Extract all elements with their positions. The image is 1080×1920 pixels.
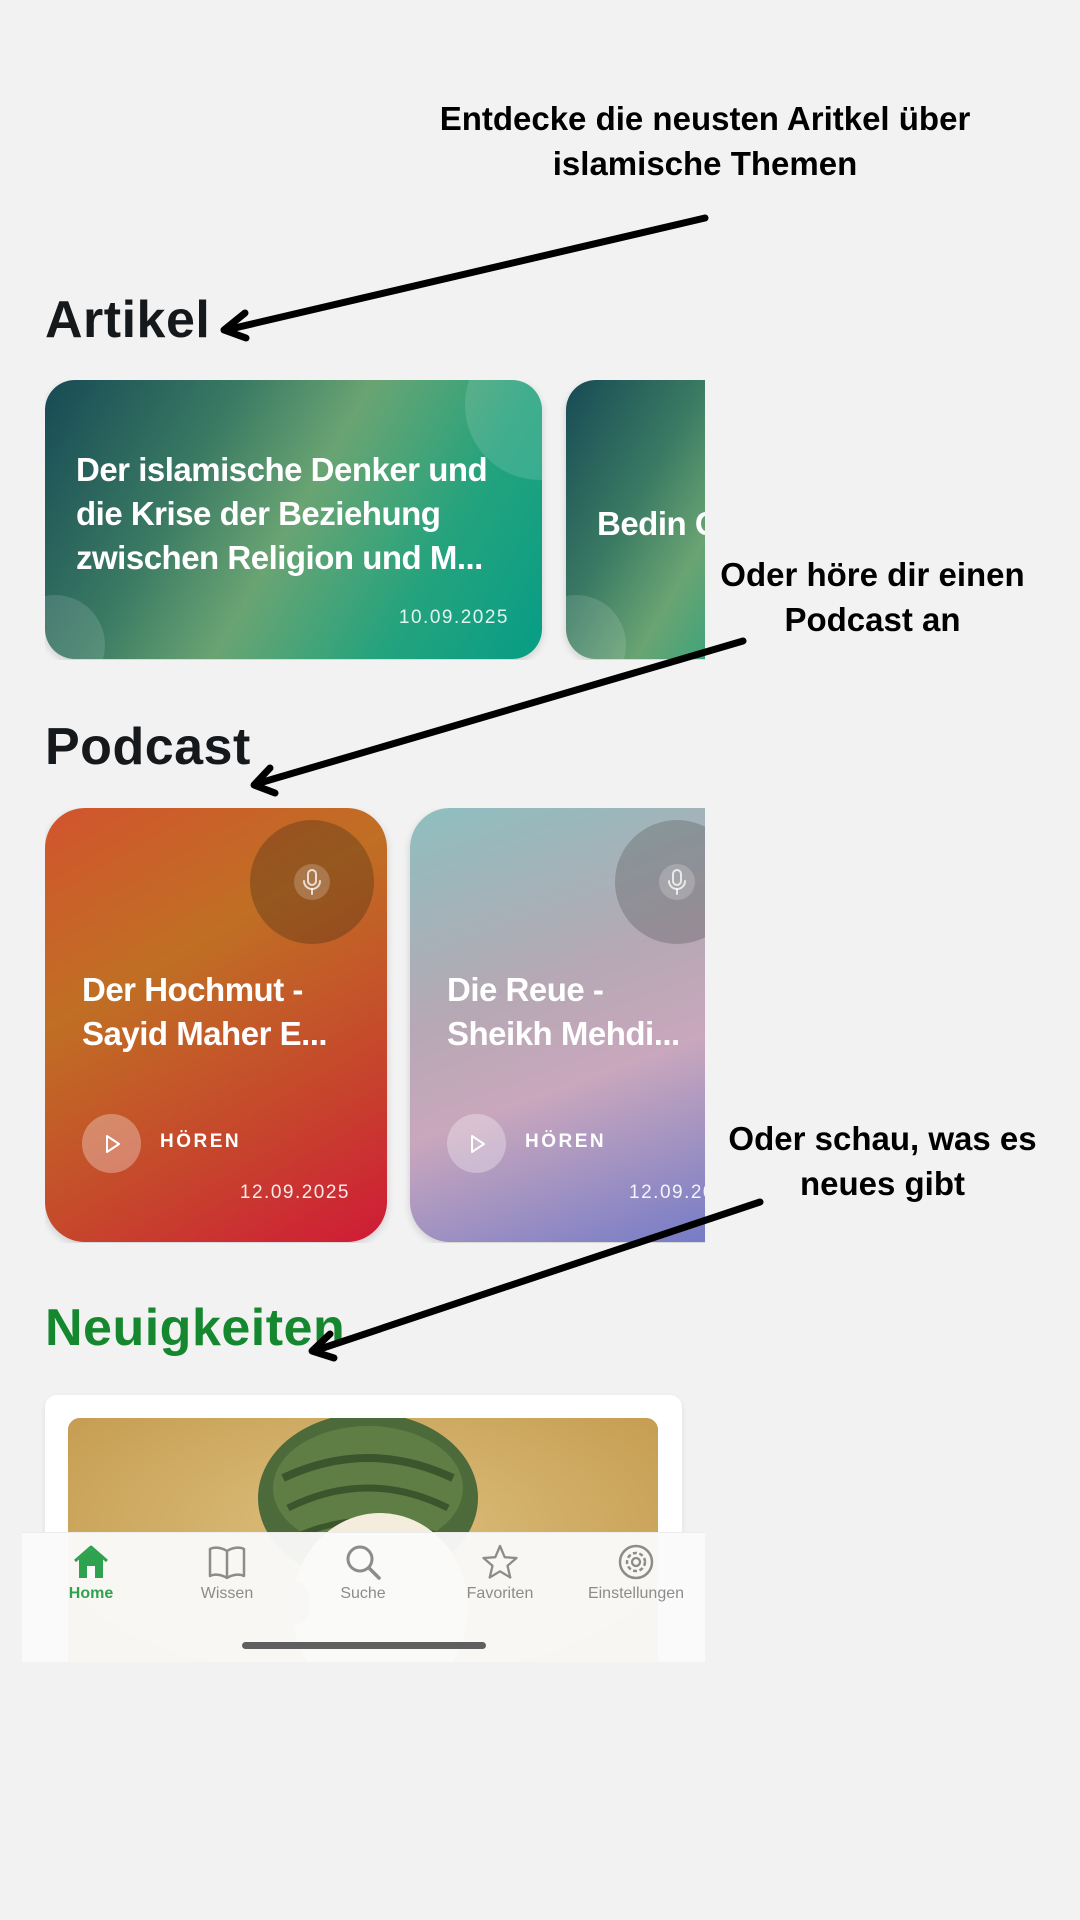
home-indicator <box>242 1642 486 1649</box>
tab-home[interactable]: Home <box>23 1543 159 1613</box>
play-icon <box>470 1134 485 1153</box>
listen-label[interactable]: HÖREN <box>160 1131 241 1153</box>
microphone-icon <box>294 864 330 900</box>
decorative-bubble <box>45 595 105 659</box>
book-icon <box>208 1546 246 1580</box>
article-date: 10.09.2025 <box>398 607 509 628</box>
tab-favoriten[interactable]: Favoriten <box>432 1543 568 1613</box>
podcast-title: Die Reue - Sheikh Mehdi... <box>447 971 680 1052</box>
podcast-icon-circle <box>250 820 374 944</box>
podcast-date: 12.09.20 <box>629 1182 705 1203</box>
articles-carousel[interactable]: Der islamische Denker und die Krise der … <box>45 380 705 660</box>
star-icon <box>482 1544 518 1579</box>
search-icon <box>346 1545 381 1580</box>
podcast-carousel[interactable]: Der Hochmut - Sayid Maher E... HÖREN 12.… <box>45 808 705 1243</box>
tab-einstellungen[interactable]: Einstellungen <box>568 1543 704 1613</box>
podcast-card[interactable]: Die Reue - Sheikh Mehdi... HÖREN 12.09.2… <box>410 808 705 1242</box>
app-screen: Artikel Der islamische Denker und die Kr… <box>22 0 705 1662</box>
tab-label-home: Home <box>68 1585 114 1602</box>
home-icon <box>74 1545 108 1578</box>
tab-suche[interactable]: Suche <box>295 1543 431 1613</box>
listen-label[interactable]: HÖREN <box>525 1131 606 1153</box>
podcast-card[interactable]: Der Hochmut - Sayid Maher E... HÖREN 12.… <box>45 808 387 1242</box>
decorative-bubble <box>566 595 626 659</box>
podcast-icon-circle <box>615 820 705 944</box>
tab-bar: Home Wissen Suche Favoriten Einstellunge… <box>22 1532 705 1662</box>
podcast-date: 12.09.2025 <box>239 1182 350 1203</box>
podcast-section-title: Podcast <box>45 718 251 776</box>
articles-section-title: Artikel <box>45 291 211 349</box>
play-icon <box>105 1134 120 1153</box>
annotation-podcast: Oder höre dir einen Podcast an <box>720 556 1025 638</box>
tab-label-wissen: Wissen <box>200 1585 254 1602</box>
tab-label-suche: Suche <box>340 1585 386 1602</box>
podcast-title: Der Hochmut - Sayid Maher E... <box>82 971 328 1052</box>
tab-label-favoriten: Favoriten <box>466 1585 534 1602</box>
article-title: Bedin Geme <box>597 505 705 542</box>
play-button[interactable] <box>447 1114 506 1173</box>
tab-label-einstellungen: Einstellungen <box>587 1585 685 1602</box>
news-section-title: Neuigkeiten <box>45 1299 346 1357</box>
tab-wissen[interactable]: Wissen <box>159 1543 295 1613</box>
gear-icon <box>618 1544 654 1580</box>
annotation-news: Oder schau, was es neues gibt <box>728 1120 1037 1202</box>
play-button[interactable] <box>82 1114 141 1173</box>
microphone-icon <box>659 864 695 900</box>
article-card[interactable]: Bedin Geme <box>566 380 705 659</box>
article-card[interactable]: Der islamische Denker und die Krise der … <box>45 380 542 659</box>
article-title: Der islamische Denker und die Krise der … <box>76 451 488 576</box>
